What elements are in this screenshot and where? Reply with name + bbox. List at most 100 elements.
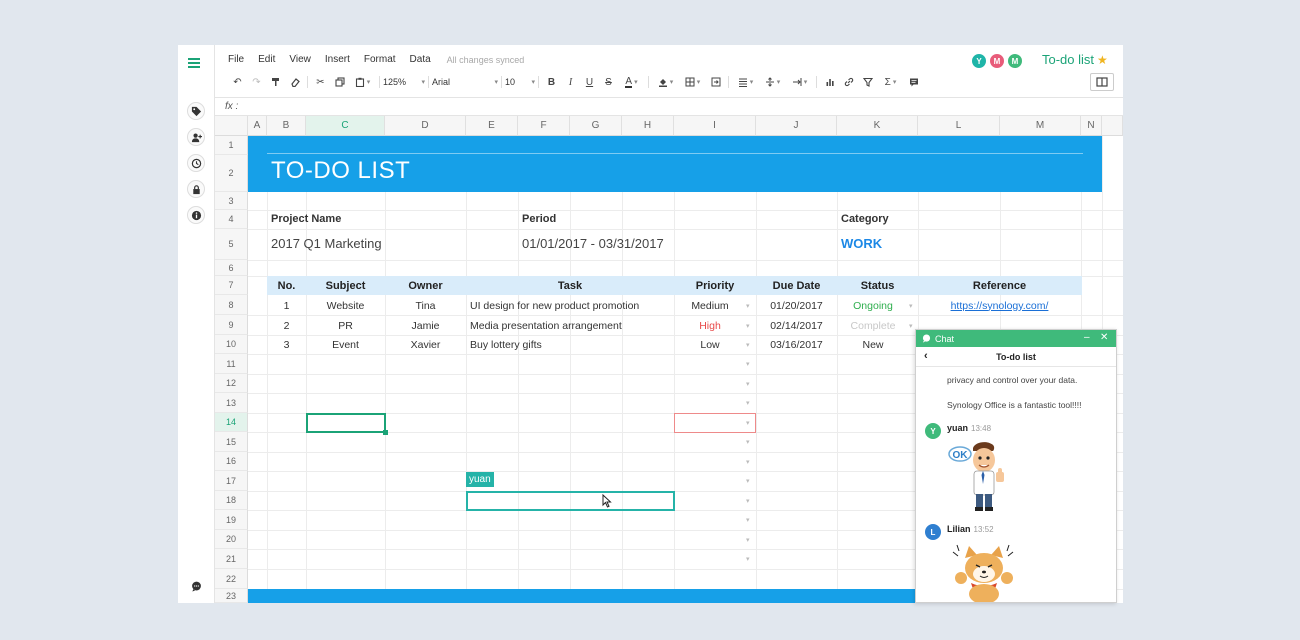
dropdown-arrow-icon[interactable]: ▾ [746, 536, 750, 544]
menu-file[interactable]: File [228, 54, 244, 68]
avatar[interactable]: L [925, 524, 941, 540]
borders-icon[interactable]: ▾ [679, 74, 706, 90]
task-subject[interactable]: Event [306, 335, 385, 354]
row-header[interactable]: 12 [215, 374, 248, 393]
period-value[interactable]: 01/01/2017 - 03/31/2017 [522, 236, 664, 251]
row-header[interactable]: 7 [215, 276, 248, 295]
row-header[interactable]: 18 [215, 491, 248, 510]
task-no[interactable]: 2 [267, 316, 306, 335]
task-owner[interactable]: Xavier [385, 335, 466, 354]
column-header[interactable]: A [248, 116, 267, 136]
comment-icon[interactable] [904, 74, 923, 90]
column-header[interactable]: C [306, 116, 385, 136]
dropdown-arrow-icon[interactable]: ▾ [746, 438, 750, 446]
redo-icon[interactable]: ↷ [247, 74, 266, 90]
dropdown-arrow-icon[interactable]: ▾ [746, 341, 750, 349]
row-header[interactable]: 11 [215, 354, 248, 374]
dropdown-arrow-icon[interactable]: ▾ [909, 322, 913, 330]
document-title[interactable]: To-do list ★ [1042, 52, 1108, 67]
row-header[interactable]: 1 [215, 136, 248, 155]
row-header[interactable]: 21 [215, 549, 248, 569]
row-header[interactable]: 9 [215, 315, 248, 335]
row-header[interactable]: 6 [215, 260, 248, 276]
row-header[interactable]: 19 [215, 510, 248, 530]
paint-format-icon[interactable] [266, 74, 285, 90]
dropdown-arrow-icon[interactable]: ▾ [746, 399, 750, 407]
task-due-date[interactable]: 02/14/2017 [756, 316, 837, 335]
dropdown-arrow-icon[interactable]: ▾ [746, 497, 750, 505]
cut-icon[interactable]: ✂ [311, 74, 330, 90]
row-header[interactable]: 15 [215, 432, 248, 452]
functions-icon[interactable]: Σ ▾ [877, 74, 904, 90]
task-due-date[interactable]: 03/16/2017 [756, 335, 837, 354]
avatar[interactable]: M [1007, 53, 1023, 69]
task-status[interactable]: Ongoing [837, 296, 909, 315]
column-header[interactable]: M [1000, 116, 1081, 136]
close-icon[interactable]: ✕ [1100, 332, 1108, 343]
task-reference-link[interactable]: https://synology.com/ [918, 296, 1081, 315]
font-family-select[interactable]: Arial [432, 77, 498, 87]
column-header[interactable]: D [385, 116, 466, 136]
category-value[interactable]: WORK [841, 236, 882, 251]
task-description[interactable]: Buy lottery gifts [466, 335, 674, 354]
dropdown-arrow-icon[interactable]: ▾ [746, 380, 750, 388]
menu-insert[interactable]: Insert [325, 54, 350, 68]
task-status[interactable]: New [837, 335, 909, 354]
strikethrough-icon[interactable]: S [599, 74, 618, 90]
add-user-icon[interactable] [187, 128, 205, 146]
insert-link-icon[interactable] [839, 74, 858, 90]
filter-icon[interactable] [858, 74, 877, 90]
history-icon[interactable] [187, 154, 205, 172]
task-description[interactable]: Media presentation arrangement [466, 316, 674, 335]
star-icon[interactable]: ★ [1097, 53, 1108, 67]
info-icon[interactable] [187, 206, 205, 224]
row-header[interactable]: 17 [215, 471, 248, 491]
vertical-align-icon[interactable]: ▾ [759, 74, 786, 90]
row-header[interactable]: 13 [215, 393, 248, 413]
task-priority[interactable]: Low [674, 335, 746, 354]
task-priority[interactable]: High [674, 316, 746, 335]
row-header[interactable]: 23 [215, 589, 248, 603]
copy-icon[interactable] [330, 74, 349, 90]
font-size-select[interactable]: 10 [505, 77, 535, 87]
column-header[interactable]: I [674, 116, 756, 136]
dropdown-arrow-icon[interactable]: ▾ [746, 360, 750, 368]
insert-chart-icon[interactable] [820, 74, 839, 90]
minimize-icon[interactable]: – [1084, 332, 1090, 343]
chat-icon[interactable] [187, 577, 205, 595]
dropdown-arrow-icon[interactable]: ▾ [746, 555, 750, 563]
avatar[interactable]: Y [925, 423, 941, 439]
column-header[interactable]: N [1081, 116, 1102, 136]
column-header[interactable]: B [267, 116, 306, 136]
horizontal-align-icon[interactable]: ▾ [732, 74, 759, 90]
row-header[interactable]: 8 [215, 295, 248, 315]
text-wrap-icon[interactable]: ▾ [786, 74, 813, 90]
column-header[interactable]: G [570, 116, 622, 136]
menu-data[interactable]: Data [410, 54, 431, 68]
dropdown-arrow-icon[interactable]: ▾ [746, 516, 750, 524]
menu-view[interactable]: View [289, 54, 311, 68]
zoom-select[interactable]: 125% [383, 77, 425, 87]
menu-format[interactable]: Format [364, 54, 396, 68]
underline-icon[interactable]: U [580, 74, 599, 90]
clear-format-icon[interactable] [285, 74, 304, 90]
undo-icon[interactable]: ↶ [228, 74, 247, 90]
side-panel-toggle-icon[interactable] [1090, 73, 1114, 91]
back-arrow-icon[interactable]: ‹ [924, 350, 928, 362]
column-header[interactable]: J [756, 116, 837, 136]
dropdown-arrow-icon[interactable]: ▾ [746, 302, 750, 310]
dropdown-arrow-icon[interactable]: ▾ [746, 322, 750, 330]
column-header[interactable]: E [466, 116, 518, 136]
fill-color-icon[interactable]: ▾ [652, 74, 679, 90]
dropdown-arrow-icon[interactable]: ▾ [746, 458, 750, 466]
task-owner[interactable]: Jamie [385, 316, 466, 335]
column-header[interactable]: F [518, 116, 570, 136]
formula-bar[interactable]: fx : [215, 97, 1123, 116]
merge-cells-icon[interactable] [706, 74, 725, 90]
row-header[interactable]: 4 [215, 210, 248, 229]
avatar[interactable]: Y [971, 53, 987, 69]
task-description[interactable]: UI design for new product promotion [466, 296, 674, 315]
row-header[interactable]: 16 [215, 452, 248, 471]
column-header[interactable]: K [837, 116, 918, 136]
row-header[interactable]: 10 [215, 335, 248, 354]
